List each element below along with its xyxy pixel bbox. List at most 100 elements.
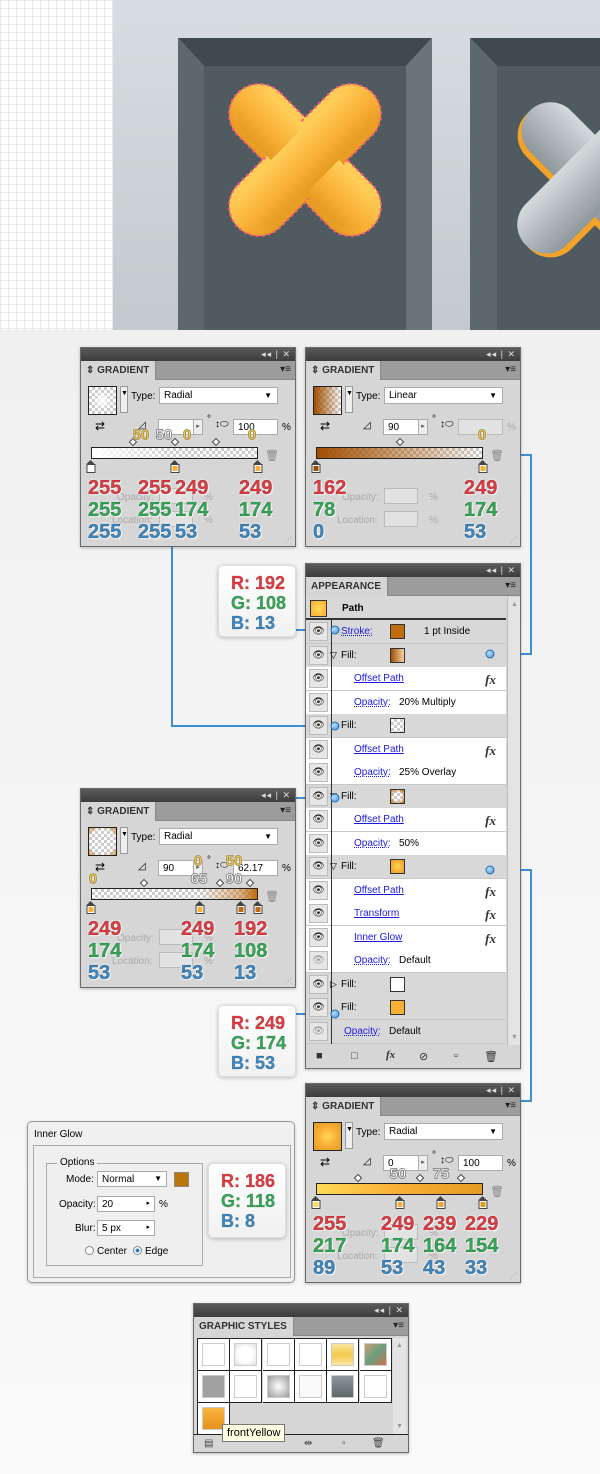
- vertical-scrollbar[interactable]: ▲ ▼: [393, 1338, 406, 1434]
- color-stop[interactable]: [236, 901, 246, 914]
- stepper-arrow-icon[interactable]: ▸: [146, 1199, 150, 1207]
- appearance-row[interactable]: 👁 Offset Path fx: [306, 808, 506, 832]
- appearance-row[interactable]: 👁 ▷ Fill:: [306, 972, 506, 997]
- panel-titlebar[interactable]: ◂◂ | ✕: [306, 564, 520, 577]
- new-style-icon[interactable]: ▫: [342, 1438, 346, 1449]
- visibility-eye-icon[interactable]: 👁: [309, 880, 328, 900]
- panel-titlebar[interactable]: ◂◂ | ✕: [194, 1304, 408, 1317]
- color-stop[interactable]: [311, 460, 321, 473]
- panel-menu-icon[interactable]: ▾≡: [505, 1100, 516, 1111]
- tab-gradient[interactable]: ⇕ GRADIENT: [306, 361, 382, 380]
- color-stop[interactable]: [478, 460, 488, 473]
- opacity-input[interactable]: [384, 488, 418, 504]
- appearance-row[interactable]: 👁 Inner Glow fx: [306, 925, 506, 950]
- tab-gradient[interactable]: ⇕ GRADIENT: [81, 361, 157, 380]
- opacity-link[interactable]: Opacity:: [344, 1026, 381, 1037]
- graphic-style-swatch[interactable]: [262, 1339, 295, 1371]
- type-select[interactable]: Radial ▼: [384, 1123, 503, 1140]
- appearance-row[interactable]: 👁▽ Fill:: [306, 643, 506, 668]
- graphic-style-swatch[interactable]: [230, 1339, 263, 1371]
- collapse-close-icon[interactable]: ◂◂ | ✕: [486, 349, 516, 360]
- angle-stepper[interactable]: ▸: [418, 1155, 428, 1171]
- mode-select[interactable]: Normal ▼: [97, 1171, 167, 1187]
- visibility-eye-icon[interactable]: 👁: [309, 998, 328, 1017]
- gradient-swatch[interactable]: [88, 827, 117, 856]
- add-stroke-icon[interactable]: ■: [316, 1050, 323, 1062]
- appearance-row[interactable]: 👁 Offset Path fx: [306, 667, 506, 691]
- visibility-eye-icon[interactable]: 👁: [309, 716, 328, 735]
- delete-stop-icon[interactable]: 🗑: [490, 1185, 504, 1198]
- appearance-row[interactable]: 👁 Opacity: Default: [306, 1019, 506, 1044]
- appearance-row[interactable]: 👁 Opacity: 25% Overlay: [306, 761, 506, 785]
- resize-grip-icon[interactable]: ⋰: [285, 977, 292, 985]
- graphic-style-swatch[interactable]: [327, 1371, 360, 1403]
- color-stop[interactable]: [86, 460, 96, 473]
- collapse-close-icon[interactable]: ◂◂ | ✕: [261, 349, 291, 360]
- panel-menu-icon[interactable]: ▾≡: [393, 1320, 404, 1331]
- reverse-gradient-icon[interactable]: ⇄: [95, 419, 105, 433]
- midpoint-diamond[interactable]: [457, 1173, 466, 1183]
- stroke-link[interactable]: Stroke:: [341, 626, 373, 637]
- type-select[interactable]: Radial ▼: [159, 387, 278, 404]
- angle-input[interactable]: 90: [383, 419, 419, 435]
- center-radio[interactable]: [85, 1246, 94, 1255]
- graphic-style-swatch[interactable]: [198, 1371, 230, 1403]
- gradient-slider[interactable]: [316, 1183, 483, 1195]
- delete-style-icon[interactable]: 🗑: [372, 1438, 385, 1449]
- type-select[interactable]: Linear ▼: [384, 387, 503, 404]
- opacity-input[interactable]: 20 ▸: [97, 1196, 155, 1212]
- scroll-down-icon[interactable]: ▼: [511, 1034, 518, 1041]
- collapse-close-icon[interactable]: ◂◂ | ✕: [261, 790, 291, 801]
- swatch-dropdown[interactable]: ▼: [345, 1122, 353, 1149]
- appearance-row[interactable]: 👁 Transform fx: [306, 902, 506, 926]
- swatch-dropdown[interactable]: ▼: [120, 827, 128, 854]
- visibility-eye-icon[interactable]: 👁: [309, 786, 328, 806]
- visibility-eye-icon[interactable]: 👁: [309, 857, 328, 876]
- scroll-up-icon[interactable]: ▲: [511, 601, 518, 608]
- disclosure-expanded-icon[interactable]: ▽: [330, 861, 337, 872]
- panel-titlebar[interactable]: ◂◂ | ✕: [306, 1084, 520, 1097]
- style-libraries-icon[interactable]: ▤: [204, 1438, 213, 1449]
- panel-menu-icon[interactable]: ▾≡: [280, 364, 291, 375]
- effect-link[interactable]: Offset Path: [354, 673, 404, 684]
- swatch-dropdown[interactable]: ▼: [120, 386, 128, 413]
- effect-link[interactable]: Offset Path: [354, 814, 404, 825]
- visibility-eye-icon[interactable]: 👁: [309, 692, 328, 712]
- color-stop[interactable]: [436, 1196, 446, 1209]
- angle-stepper[interactable]: ▸: [418, 419, 428, 435]
- graphic-style-swatch[interactable]: [198, 1339, 230, 1371]
- panel-menu-icon[interactable]: ▾≡: [280, 805, 291, 816]
- location-input[interactable]: [384, 511, 418, 527]
- tab-graphic-styles[interactable]: GRAPHIC STYLES: [194, 1317, 294, 1336]
- panel-menu-icon[interactable]: ▾≡: [505, 364, 516, 375]
- graphic-style-swatch[interactable]: [359, 1371, 392, 1403]
- resize-grip-icon[interactable]: ⋰: [285, 536, 292, 544]
- fill-swatch[interactable]: [390, 788, 405, 804]
- resize-grip-icon[interactable]: ⋰: [510, 536, 517, 544]
- appearance-row[interactable]: 👁▽ Fill:: [306, 855, 506, 879]
- panel-menu-icon[interactable]: ▾≡: [505, 580, 516, 591]
- delete-stop-icon[interactable]: 🗑: [265, 890, 279, 903]
- appearance-row[interactable]: 👁 Offset Path fx: [306, 737, 506, 762]
- visibility-eye-icon[interactable]: 👁: [309, 904, 328, 923]
- blur-input[interactable]: 5 px ▸: [97, 1220, 155, 1236]
- fill-swatch[interactable]: [390, 1000, 405, 1015]
- delete-stop-icon[interactable]: 🗑: [490, 449, 504, 462]
- graphic-style-swatch[interactable]: [294, 1339, 327, 1371]
- collapse-close-icon[interactable]: ◂◂ | ✕: [486, 1085, 516, 1096]
- appearance-row[interactable]: 👁 Offset Path fx: [306, 878, 506, 903]
- color-stop[interactable]: [311, 1196, 321, 1209]
- stroke-swatch[interactable]: [390, 624, 405, 639]
- midpoint-diamond[interactable]: [415, 1173, 424, 1183]
- visibility-eye-icon[interactable]: 👁: [309, 763, 328, 782]
- tab-gradient[interactable]: ⇕ GRADIENT: [81, 802, 157, 821]
- appearance-row[interactable]: 👁 Opacity: 50%: [306, 831, 506, 856]
- effect-link[interactable]: Offset Path: [354, 744, 404, 755]
- angle-stepper[interactable]: ▸: [193, 419, 203, 435]
- stepper-arrow-icon[interactable]: ▸: [146, 1223, 150, 1231]
- gradient-slider[interactable]: [91, 888, 258, 900]
- swatch-dropdown[interactable]: ▼: [345, 386, 353, 413]
- color-stop[interactable]: [170, 460, 179, 473]
- visibility-eye-icon[interactable]: 👁: [309, 810, 328, 829]
- panel-titlebar[interactable]: ◂◂ | ✕: [81, 348, 295, 361]
